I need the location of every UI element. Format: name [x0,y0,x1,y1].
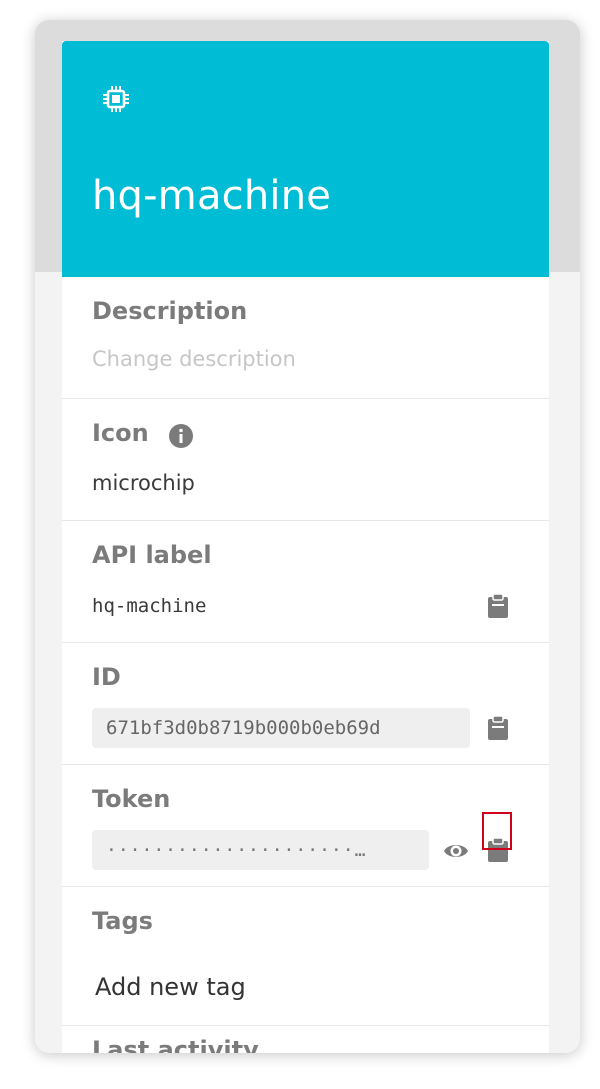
id-label: ID [92,663,121,691]
device-title: hq-machine [92,173,332,219]
icon-label: Icon [92,419,149,447]
next-section: Last activity [62,1026,549,1053]
id-field[interactable]: 671bf3d0b8719b000b0eb69d [92,708,470,748]
device-header: hq-machine [62,41,549,277]
description-label: Description [92,297,248,325]
id-section: ID 671bf3d0b8719b000b0eb69d [62,643,549,765]
last-activity-label: Last activity [92,1036,259,1053]
icon-value[interactable]: microchip [92,471,195,495]
tags-label: Tags [92,907,153,935]
eye-icon[interactable] [443,838,469,864]
device-panel: hq-machine Description Change descriptio… [35,20,580,1053]
token-masked-value: ·····················… [106,839,367,861]
token-section: Token ·····················… [62,765,549,887]
clipboard-icon[interactable] [487,715,509,741]
microchip-icon [103,86,129,112]
tags-section: Tags Add new tag [62,887,549,1026]
info-icon[interactable] [169,424,193,448]
token-field[interactable]: ·····················… [92,830,429,870]
highlight-box [482,812,512,850]
description-section: Description Change description [62,277,549,399]
clipboard-icon[interactable] [487,593,509,619]
api-label-value: hq-machine [92,595,207,617]
description-input[interactable]: Change description [92,347,296,371]
add-tag-input[interactable]: Add new tag [95,973,246,1001]
device-card: hq-machine Description Change descriptio… [62,41,549,1053]
icon-section: Icon microchip [62,399,549,521]
api-label-section: API label hq-machine [62,521,549,643]
api-label-label: API label [92,541,212,569]
id-value: 671bf3d0b8719b000b0eb69d [106,717,381,739]
token-label: Token [92,785,171,813]
